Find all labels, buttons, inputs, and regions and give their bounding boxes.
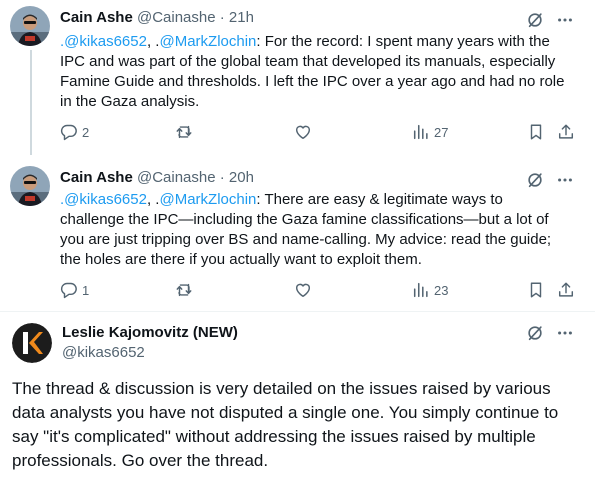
main-tweet-text: The thread & discussion is very detailed… bbox=[12, 379, 559, 470]
author-handle[interactable]: @Cainashe bbox=[137, 9, 216, 26]
author-name[interactable]: Cain Ashe bbox=[60, 169, 133, 186]
share-button[interactable] bbox=[557, 281, 575, 299]
grok-icon[interactable] bbox=[525, 170, 545, 190]
grok-icon[interactable] bbox=[525, 10, 545, 30]
like-icon bbox=[295, 283, 311, 298]
tweet-header: Cain Ashe @Cainashe · 20h bbox=[60, 168, 254, 188]
views-icon bbox=[413, 282, 428, 298]
avatar[interactable] bbox=[10, 6, 50, 46]
bookmark-button[interactable] bbox=[527, 123, 545, 141]
bookmark-icon bbox=[530, 124, 542, 140]
views-count: 23 bbox=[434, 282, 449, 298]
share-button[interactable] bbox=[557, 123, 575, 141]
reply-count: 1 bbox=[82, 282, 90, 298]
more-icon[interactable] bbox=[555, 323, 575, 343]
reply-count: 2 bbox=[82, 124, 90, 140]
tweet-1[interactable]: Cain Ashe @Cainashe · 21h .@kikas6652, .… bbox=[0, 0, 595, 155]
views-button[interactable]: 23 bbox=[412, 281, 448, 299]
mention-link[interactable]: @MarkZlochin bbox=[159, 33, 256, 50]
views-count: 27 bbox=[434, 124, 449, 140]
author-name[interactable]: Cain Ashe bbox=[60, 9, 133, 26]
share-icon bbox=[558, 282, 574, 297]
tweet-top-icons bbox=[525, 10, 575, 30]
views-icon bbox=[413, 124, 428, 140]
reply-icon bbox=[60, 282, 77, 299]
mention-separator: , . bbox=[146, 191, 160, 208]
mention-link[interactable]: @MarkZlochin bbox=[159, 191, 256, 208]
separator-dot: · bbox=[219, 9, 225, 26]
retweet-button[interactable] bbox=[175, 123, 193, 141]
author-name[interactable]: Leslie Kajomovitz (NEW) bbox=[62, 323, 238, 343]
mention-separator: , . bbox=[146, 33, 160, 50]
more-icon[interactable] bbox=[555, 170, 575, 190]
tweet-top-icons bbox=[525, 323, 575, 343]
like-button[interactable] bbox=[294, 123, 312, 141]
mention-link[interactable]: @kikas6652 bbox=[64, 33, 147, 50]
action-bar: 1 23 bbox=[60, 281, 580, 301]
reply-button[interactable]: 2 bbox=[60, 123, 89, 141]
share-icon bbox=[558, 124, 574, 139]
grok-icon[interactable] bbox=[525, 323, 545, 343]
bookmark-button[interactable] bbox=[527, 281, 545, 299]
more-icon[interactable] bbox=[555, 10, 575, 30]
avatar[interactable]: K bbox=[12, 323, 52, 363]
thread-line bbox=[30, 50, 32, 155]
retweet-icon bbox=[176, 125, 192, 139]
tweet-text: .@kikas6652, .@MarkZlochin: There are ea… bbox=[60, 190, 565, 270]
separator-dot: · bbox=[219, 169, 225, 186]
tweet-top-icons bbox=[525, 170, 575, 190]
timestamp[interactable]: 20h bbox=[229, 169, 254, 186]
tweet-2[interactable]: Cain Ashe @Cainashe · 20h .@kikas6652, .… bbox=[0, 160, 595, 310]
avatar[interactable] bbox=[10, 166, 50, 206]
like-icon bbox=[295, 125, 311, 140]
reply-icon bbox=[60, 124, 77, 141]
mention-link[interactable]: @kikas6652 bbox=[64, 191, 147, 208]
action-bar: 2 27 bbox=[60, 123, 580, 143]
reply-button[interactable]: 1 bbox=[60, 281, 89, 299]
retweet-icon bbox=[176, 283, 192, 297]
bookmark-icon bbox=[530, 282, 542, 298]
author-handle[interactable]: @kikas6652 bbox=[62, 343, 145, 363]
tweet-text: .@kikas6652, .@MarkZlochin: For the reco… bbox=[60, 32, 565, 112]
author-handle[interactable]: @Cainashe bbox=[137, 169, 216, 186]
tweet-header: Cain Ashe @Cainashe · 21h bbox=[60, 8, 254, 28]
timestamp[interactable]: 21h bbox=[229, 9, 254, 26]
retweet-button[interactable] bbox=[175, 281, 193, 299]
like-button[interactable] bbox=[294, 281, 312, 299]
views-button[interactable]: 27 bbox=[412, 123, 448, 141]
